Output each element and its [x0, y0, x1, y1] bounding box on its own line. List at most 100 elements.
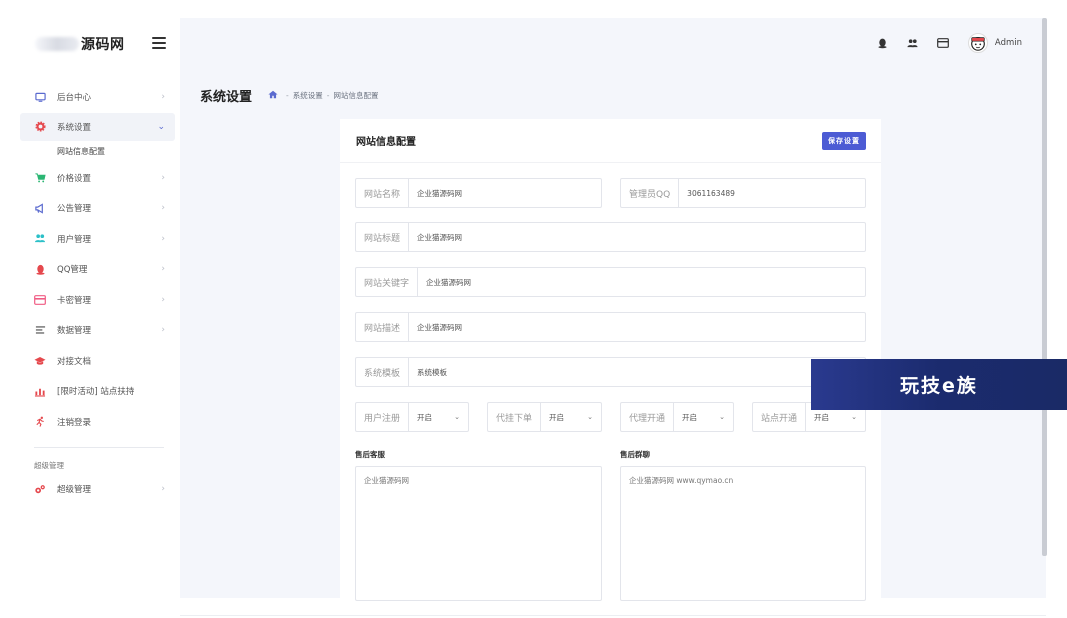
site-open-label: 站点开通 — [753, 403, 807, 431]
page-title: 系统设置 — [200, 90, 253, 105]
site-title-input[interactable] — [409, 223, 865, 251]
site-name-group: 网站名称 — [355, 178, 602, 208]
chevron-down-icon: ⌄ — [587, 413, 593, 421]
brand-blurred-mark — [35, 37, 79, 51]
sidebar-item-docs[interactable]: 对接文档 — [20, 346, 175, 377]
save-button[interactable]: 保存设置 — [822, 132, 866, 150]
megaphone-icon — [34, 202, 46, 214]
site-title-label: 网站标题 — [356, 223, 410, 251]
sidebar-item-logout[interactable]: 注销登录 — [20, 407, 175, 438]
template-input[interactable] — [409, 358, 865, 386]
sidebar-item-data[interactable]: 数据管理 › — [20, 315, 175, 346]
proxy-order-group: 代挂下单 开启 ⌄ — [487, 402, 602, 432]
agent-open-select[interactable]: 开启 ⌄ — [674, 403, 733, 431]
after-sales-group-textarea[interactable]: 企业猫源码网 www.qymao.cn — [620, 466, 866, 601]
sidebar-item-system-settings[interactable]: 系统设置 ⌄ — [20, 112, 175, 141]
admin-qq-group: 管理员QQ — [620, 178, 866, 208]
user-register-select[interactable]: 开启 ⌄ — [409, 403, 468, 431]
brand-logo[interactable]: 源码网 — [35, 33, 170, 55]
chevron-down-icon: ⌄ — [157, 121, 165, 132]
chevron-down-icon: ⌄ — [454, 413, 460, 421]
card-title: 网站信息配置 — [356, 137, 416, 148]
site-name-input[interactable] — [409, 179, 601, 207]
chevron-down-icon: ⌄ — [719, 413, 725, 421]
breadcrumb-separator: - — [286, 91, 289, 100]
description-input[interactable] — [409, 313, 865, 341]
agent-open-group: 代理开通 开启 ⌄ — [620, 402, 734, 432]
site-name-label: 网站名称 — [356, 179, 410, 207]
admin-qq-label: 管理员QQ — [621, 179, 680, 207]
sidebar-nav: 后台中心 › 系统设置 ⌄ 网站信息配置 价格设置 › 公告管理 › 用户管理 … — [20, 82, 175, 505]
chevron-right-icon: › — [161, 172, 165, 183]
sidebar-item-announcements[interactable]: 公告管理 › — [20, 193, 175, 224]
breadcrumb: - 系统设置 - 网站信息配置 — [268, 90, 378, 101]
breadcrumb-item: 网站信息配置 — [333, 91, 379, 100]
gears-icon — [34, 483, 46, 495]
card-icon — [34, 294, 46, 306]
user-register-label: 用户注册 — [356, 403, 410, 431]
sidebar-section-label: 超级管理 — [34, 460, 64, 470]
keywords-input[interactable] — [418, 268, 865, 296]
breadcrumb-item[interactable]: 系统设置 — [293, 90, 323, 101]
breadcrumb-separator: - — [326, 91, 330, 100]
watermark: 玩技e族 — [811, 359, 1067, 410]
topbar: Admin — [180, 18, 1046, 68]
chevron-right-icon: › — [161, 92, 165, 103]
bar-chart-icon — [34, 385, 46, 397]
chevron-right-icon: › — [161, 294, 165, 305]
keywords-group: 网站关键字 — [355, 267, 866, 297]
home-icon[interactable] — [268, 90, 278, 101]
card-header: 网站信息配置 保存设置 — [340, 119, 881, 163]
agent-open-label: 代理开通 — [621, 403, 675, 431]
watermark-text: 玩技e族 — [900, 375, 978, 397]
users-icon — [34, 233, 46, 245]
proxy-order-select[interactable]: 开启 ⌄ — [541, 403, 601, 431]
sidebar-item-qq[interactable]: QQ管理 › — [20, 254, 175, 285]
sidebar-item-dashboard[interactable]: 后台中心 › — [20, 82, 175, 113]
after-sales-service-textarea[interactable]: 企业猫源码网 — [355, 466, 602, 601]
cart-icon — [34, 172, 46, 184]
runner-icon — [34, 416, 46, 428]
avatar[interactable] — [967, 33, 988, 53]
chevron-down-icon: ⌄ — [851, 413, 857, 421]
sidebar-item-promotion[interactable]: [限时活动] 站点扶持 — [20, 376, 175, 407]
description-group: 网站描述 — [355, 312, 866, 342]
brand-name: 源码网 — [81, 37, 125, 53]
keywords-label: 网站关键字 — [356, 268, 419, 296]
qq-icon — [34, 263, 46, 275]
card-icon[interactable] — [936, 36, 950, 50]
qq-icon[interactable] — [876, 36, 890, 50]
chevron-right-icon: › — [161, 484, 165, 495]
after-sales-group-label: 售后群聊 — [620, 450, 650, 459]
after-sales-service-label: 售后客服 — [355, 450, 385, 459]
sidebar-item-super-admin[interactable]: 超级管理 › — [20, 474, 175, 505]
sidebar: 源码网 后台中心 › 系统设置 ⌄ 网站信息配置 价格设置 › 公告管理 › 用… — [0, 0, 180, 618]
settings-card: 网站信息配置 保存设置 网站名称 管理员QQ 网站标题 网站关键字 网站描述 系… — [340, 119, 881, 609]
chevron-right-icon: › — [161, 233, 165, 244]
proxy-order-label: 代挂下单 — [488, 403, 542, 431]
chevron-right-icon: › — [161, 325, 165, 336]
monitor-icon — [34, 91, 46, 103]
gear-icon — [34, 121, 46, 133]
sidebar-item-users[interactable]: 用户管理 › — [20, 224, 175, 255]
user-register-group: 用户注册 开启 ⌄ — [355, 402, 469, 432]
sidebar-item-price-settings[interactable]: 价格设置 › — [20, 163, 175, 194]
sidebar-item-cards[interactable]: 卡密管理 › — [20, 285, 175, 316]
page-header: 系统设置 - 系统设置 - 网站信息配置 — [200, 86, 378, 105]
sidebar-subitem-site-config[interactable]: 网站信息配置 — [20, 141, 175, 163]
scrollbar[interactable] — [1042, 18, 1047, 556]
admin-qq-input[interactable] — [679, 179, 865, 207]
menu-toggle-icon[interactable] — [152, 37, 166, 49]
chevron-right-icon: › — [161, 203, 165, 214]
users-icon[interactable] — [906, 36, 920, 50]
site-title-group: 网站标题 — [355, 222, 866, 252]
graduation-cap-icon — [34, 355, 46, 367]
list-icon — [34, 324, 46, 336]
footer-divider — [180, 615, 1046, 616]
sidebar-divider — [34, 447, 164, 448]
description-label: 网站描述 — [356, 313, 410, 341]
template-group: 系统模板 — [355, 357, 866, 387]
admin-name[interactable]: Admin — [995, 38, 1022, 48]
chevron-right-icon: › — [161, 264, 165, 275]
template-label: 系统模板 — [356, 358, 410, 386]
